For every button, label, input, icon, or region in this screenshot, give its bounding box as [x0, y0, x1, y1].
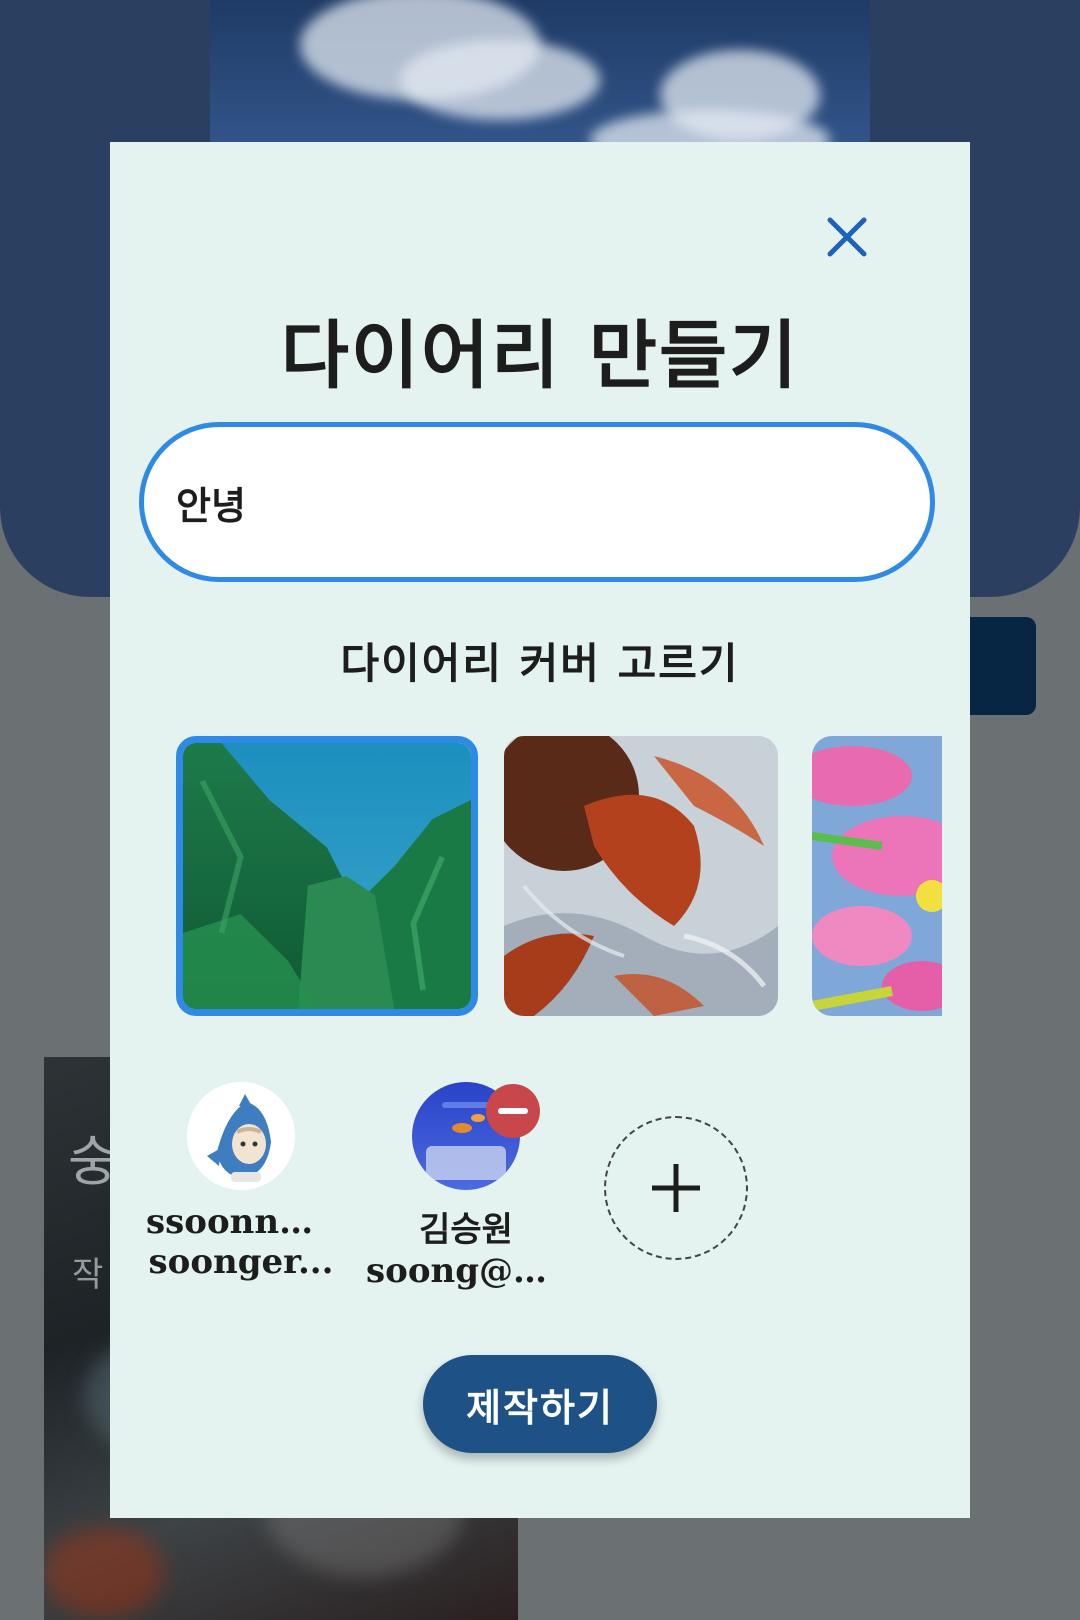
modal-title: 다이어리 만들기: [280, 313, 800, 399]
background-hero-image: [210, 0, 870, 160]
green-cliff-image: [183, 743, 471, 1009]
close-button[interactable]: [822, 212, 872, 262]
member-item: ssoonng... soonger...: [146, 1082, 336, 1282]
diary-name-input[interactable]: [139, 422, 935, 582]
create-diary-modal: 다이어리 만들기 다이어리 커버 고르기: [110, 142, 970, 1518]
cover-option-green-cliff[interactable]: [176, 736, 478, 1016]
member-email: soonger...: [148, 1242, 334, 1282]
member-email: soong@g...: [366, 1251, 566, 1291]
shark-avatar-image: [187, 1082, 295, 1190]
minus-icon: [498, 1108, 528, 1114]
background-card-subtitle: 작: [72, 1255, 104, 1295]
pink-flowers-image: [812, 736, 942, 1016]
cover-carousel[interactable]: [176, 736, 942, 1022]
member-name: 김승원: [419, 1210, 513, 1250]
remove-member-button[interactable]: [486, 1084, 540, 1138]
cover-option-pink-flowers[interactable]: [812, 736, 942, 1016]
close-icon: [827, 217, 867, 257]
create-diary-button[interactable]: 제작하기: [423, 1355, 657, 1453]
plus-icon: [652, 1164, 700, 1212]
goldfish-image: [504, 736, 778, 1016]
avatar: [187, 1082, 295, 1190]
add-member-button[interactable]: [604, 1116, 748, 1260]
cover-section-label: 다이어리 커버 고르기: [340, 639, 740, 688]
member-name: ssoonng...: [146, 1202, 336, 1242]
background-button: [960, 617, 1036, 715]
cover-option-goldfish[interactable]: [504, 736, 778, 1016]
